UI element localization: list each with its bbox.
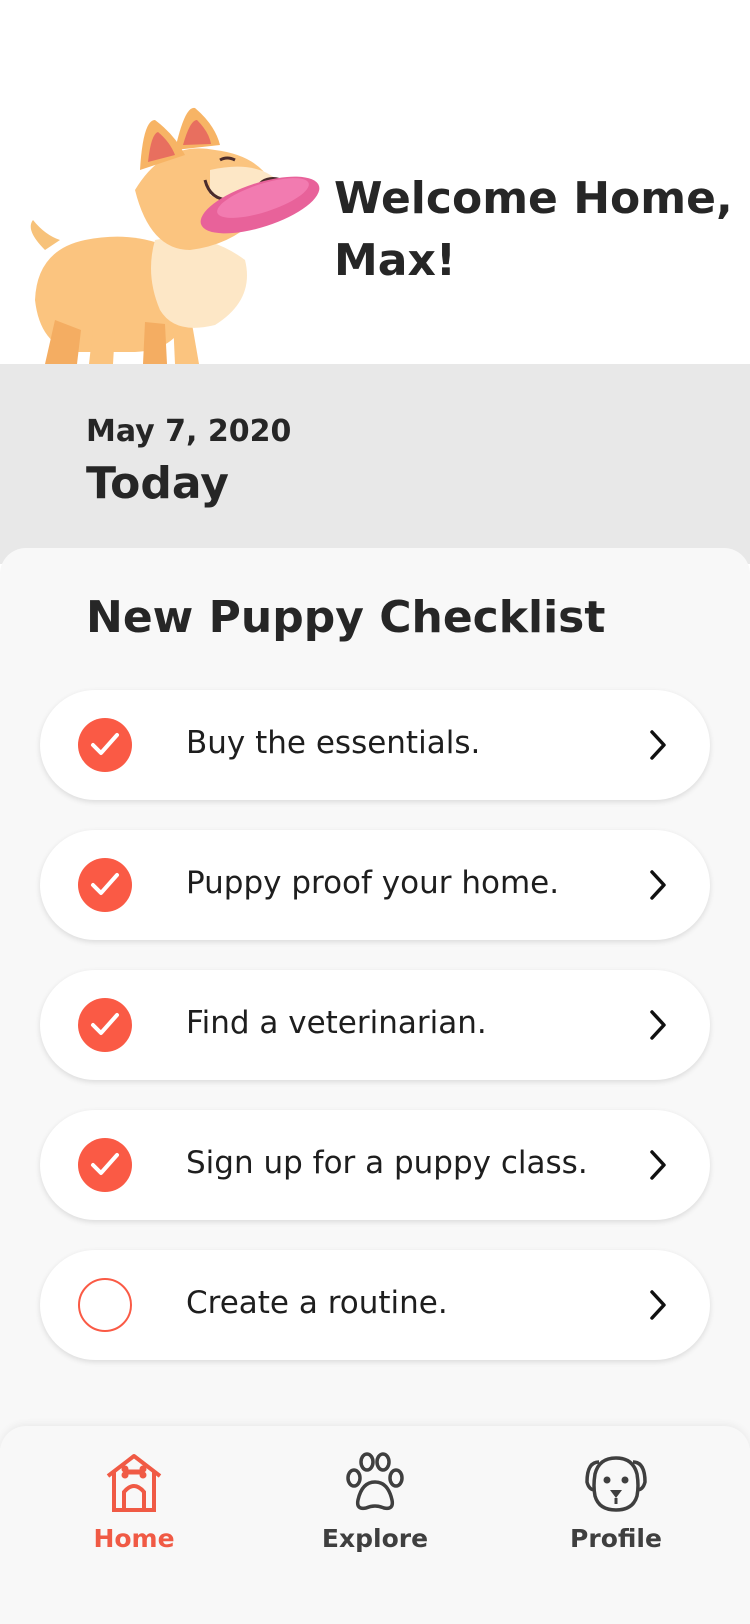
chevron-right-icon (650, 870, 666, 900)
checklist-item-label: Sign up for a puppy class. (186, 1145, 588, 1181)
doghouse-icon (106, 1454, 162, 1512)
checklist-item-label: Puppy proof your home. (186, 865, 560, 901)
nav-label-home: Home (93, 1524, 175, 1553)
checkbox-checked-icon[interactable] (78, 998, 132, 1052)
nav-label-profile: Profile (570, 1524, 662, 1553)
current-date: May 7, 2020 (86, 414, 292, 449)
chevron-right-icon (650, 1010, 666, 1040)
checklist-title: New Puppy Checklist (86, 592, 606, 643)
checklist-item[interactable]: Create a routine. (40, 1250, 710, 1360)
chevron-right-icon (650, 1150, 666, 1180)
checkbox-checked-icon[interactable] (78, 718, 132, 772)
checklist-item[interactable]: Buy the essentials. (40, 690, 710, 800)
checklist-item[interactable]: Puppy proof your home. (40, 830, 710, 940)
checkbox-checked-icon[interactable] (78, 858, 132, 912)
checklist-item-label: Buy the essentials. (186, 725, 481, 761)
today-heading: Today (86, 458, 229, 509)
paw-icon (346, 1452, 404, 1511)
checklist-item[interactable]: Sign up for a puppy class. (40, 1110, 710, 1220)
checkbox-unchecked-icon[interactable] (78, 1278, 132, 1332)
welcome-heading: Welcome Home, Max! (334, 173, 733, 286)
checkbox-checked-icon[interactable] (78, 1138, 132, 1192)
header: Welcome Home, Max! (0, 0, 750, 364)
chevron-right-icon (650, 730, 666, 760)
dog-face-icon (585, 1456, 647, 1512)
corgi-illustration (30, 107, 320, 364)
checklist-item-label: Find a veterinarian. (186, 1005, 487, 1041)
checklist-item[interactable]: Find a veterinarian. (40, 970, 710, 1080)
checklist-item-label: Create a routine. (186, 1285, 448, 1321)
chevron-right-icon (650, 1290, 666, 1320)
nav-tab-explore[interactable]: Explore (300, 1448, 450, 1558)
nav-label-explore: Explore (321, 1524, 429, 1553)
nav-tab-profile[interactable]: Profile (541, 1448, 691, 1558)
nav-tab-home[interactable]: Home (59, 1448, 209, 1558)
